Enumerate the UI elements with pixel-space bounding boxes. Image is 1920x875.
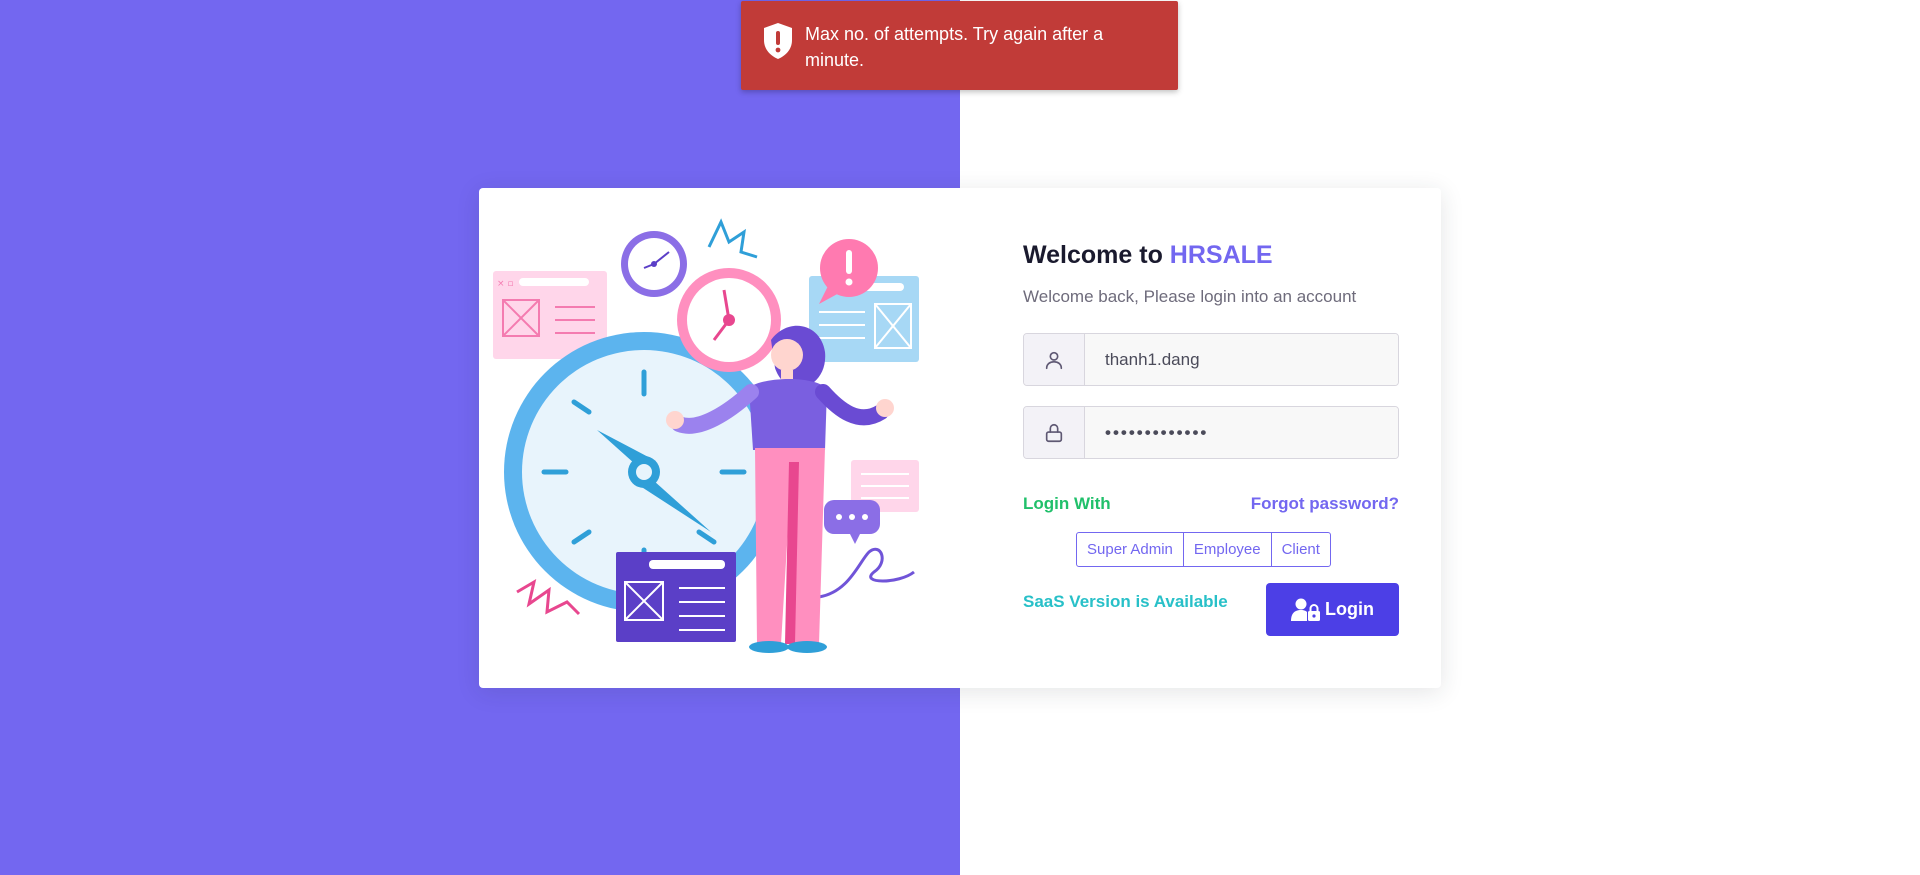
password-input[interactable] [1085, 407, 1398, 458]
employee-button[interactable]: Employee [1182, 532, 1272, 567]
login-form: Welcome to HRSALE Welcome back, Please l… [1023, 238, 1399, 636]
client-button[interactable]: Client [1270, 532, 1331, 567]
brand-name: HRSALE [1169, 241, 1273, 269]
username-input[interactable] [1085, 334, 1398, 385]
user-lock-icon [1291, 598, 1320, 621]
title-prefix: Welcome to [1023, 241, 1170, 269]
bottom-row: SaaS Version is Available Login [1023, 579, 1399, 636]
links-row: Login With Forgot password? [1023, 493, 1399, 515]
forgot-password-link[interactable]: Forgot password? [1251, 494, 1399, 514]
saas-version-link[interactable]: SaaS Version is Available [1023, 592, 1228, 612]
role-button-group: Super Admin Employee Client [1076, 532, 1399, 567]
svg-text:× ▫: × ▫ [497, 279, 514, 289]
welcome-title: Welcome to HRSALE [1023, 238, 1399, 272]
login-with-label: Login With [1023, 494, 1111, 513]
login-button[interactable]: Login [1266, 583, 1399, 636]
super-admin-button[interactable]: Super Admin [1076, 532, 1184, 567]
shield-exclamation-icon [761, 21, 795, 61]
login-illustration: × ▫ [489, 212, 929, 654]
lock-icon [1024, 407, 1085, 458]
login-card: × ▫ Welcome to HRSALE Welcome back, Plea… [479, 188, 1441, 688]
password-field [1023, 406, 1399, 459]
error-toast[interactable]: Max no. of attempts. Try again after a m… [741, 1, 1178, 90]
welcome-subtitle: Welcome back, Please login into an accou… [1023, 287, 1357, 306]
username-field [1023, 333, 1399, 386]
login-button-label: Login [1325, 599, 1374, 619]
toast-message: Max no. of attempts. Try again after a m… [805, 24, 1104, 70]
user-icon [1024, 334, 1085, 385]
